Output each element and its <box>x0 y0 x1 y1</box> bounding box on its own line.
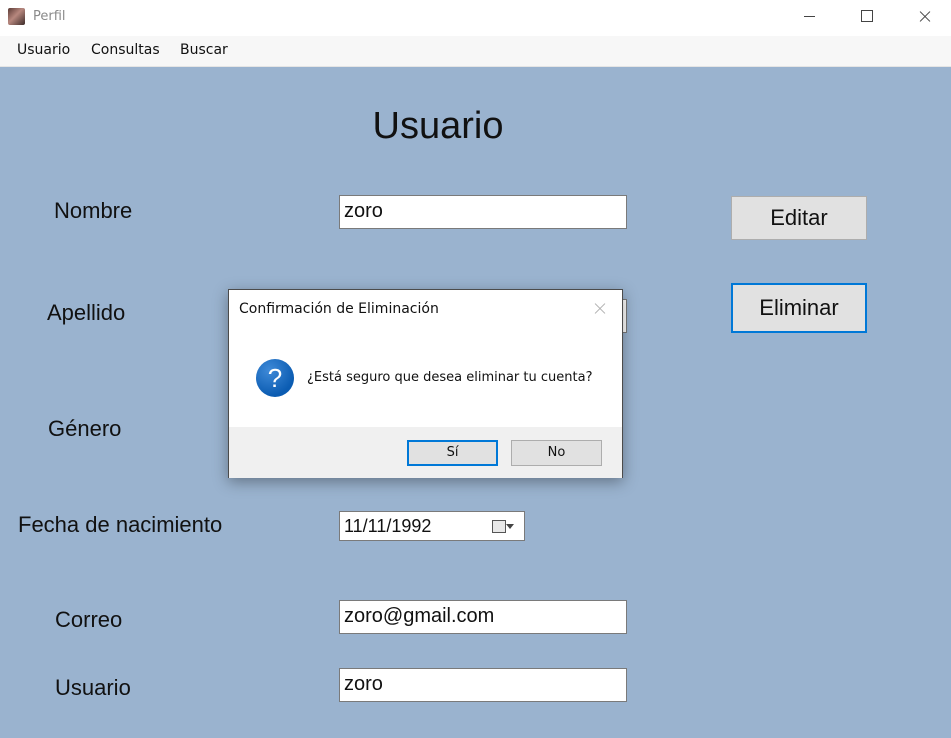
yes-button[interactable]: Sí <box>407 440 498 466</box>
no-button[interactable]: No <box>511 440 602 466</box>
fecha-label: Fecha de nacimiento <box>18 512 223 537</box>
title-bar: Perfil <box>0 0 951 36</box>
menu-usuario[interactable]: Usuario <box>17 42 70 58</box>
calendar-icon[interactable] <box>492 520 506 533</box>
page-title: Usuario <box>372 105 504 147</box>
close-icon[interactable] <box>592 300 608 316</box>
chevron-down-icon[interactable] <box>506 524 514 529</box>
apellido-label: Apellido <box>47 300 126 325</box>
correo-label: Correo <box>55 607 123 632</box>
dialog-title: Confirmación de Eliminación <box>239 301 439 317</box>
menu-buscar[interactable]: Buscar <box>180 42 228 58</box>
window-title: Perfil <box>33 9 66 24</box>
eliminar-button[interactable]: Eliminar <box>731 283 867 333</box>
correo-input[interactable]: zoro@gmail.com <box>339 600 627 634</box>
genero-label: Género <box>48 416 122 441</box>
dialog-footer: Sí No <box>229 427 622 478</box>
nombre-label: Nombre <box>54 198 133 223</box>
nombre-input[interactable]: zoro <box>339 195 627 229</box>
close-window-button[interactable] <box>902 0 948 34</box>
usuario-label: Usuario <box>55 675 131 700</box>
minimize-button[interactable] <box>786 0 832 34</box>
app-icon <box>8 8 25 25</box>
fecha-value: 11/11/1992 <box>344 516 432 536</box>
confirm-dialog: Confirmación de Eliminación ? ¿Está segu… <box>228 289 623 478</box>
usuario-input[interactable]: zoro <box>339 668 627 702</box>
dialog-message: ¿Está seguro que desea eliminar tu cuent… <box>307 370 593 385</box>
menu-bar: Usuario Consultas Buscar <box>0 36 951 67</box>
question-icon: ? <box>256 359 294 397</box>
fecha-date-picker[interactable]: 11/11/1992 <box>339 511 525 541</box>
menu-consultas[interactable]: Consultas <box>91 42 160 58</box>
maximize-button[interactable] <box>844 0 890 34</box>
editar-button[interactable]: Editar <box>731 196 867 240</box>
